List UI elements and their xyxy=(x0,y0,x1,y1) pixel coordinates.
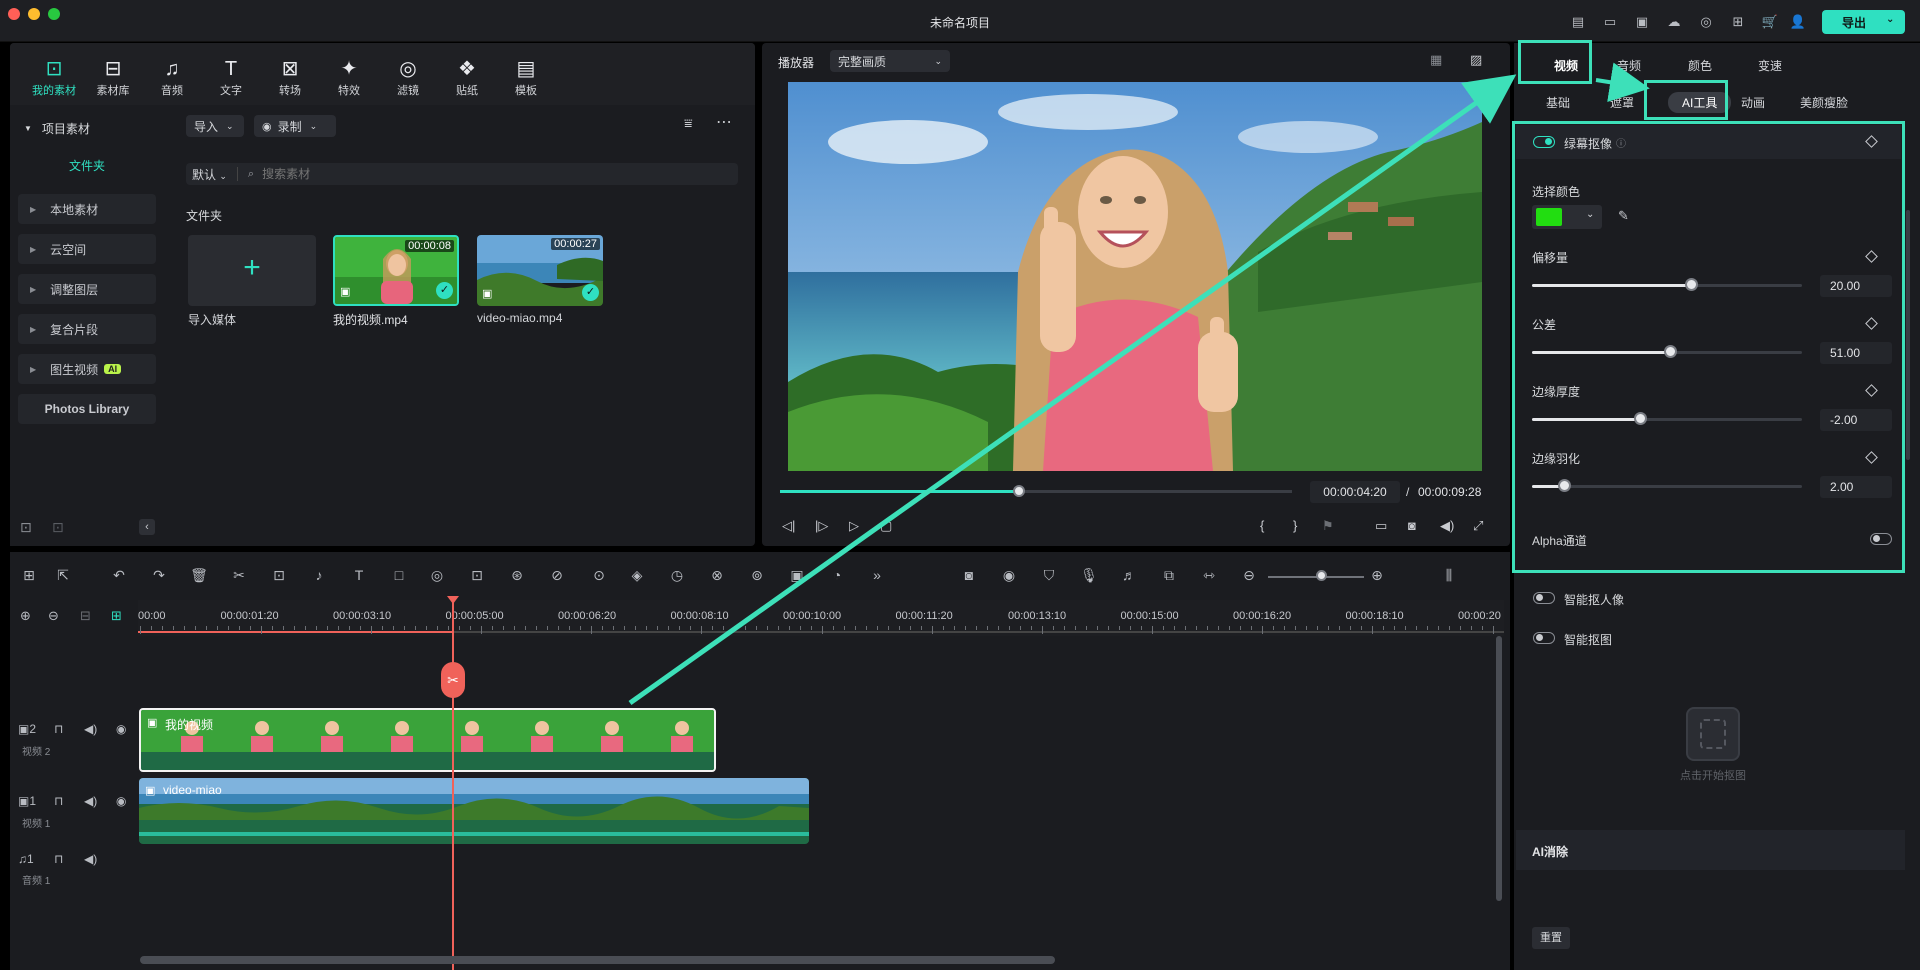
annotation-arrows xyxy=(628,62,1650,706)
